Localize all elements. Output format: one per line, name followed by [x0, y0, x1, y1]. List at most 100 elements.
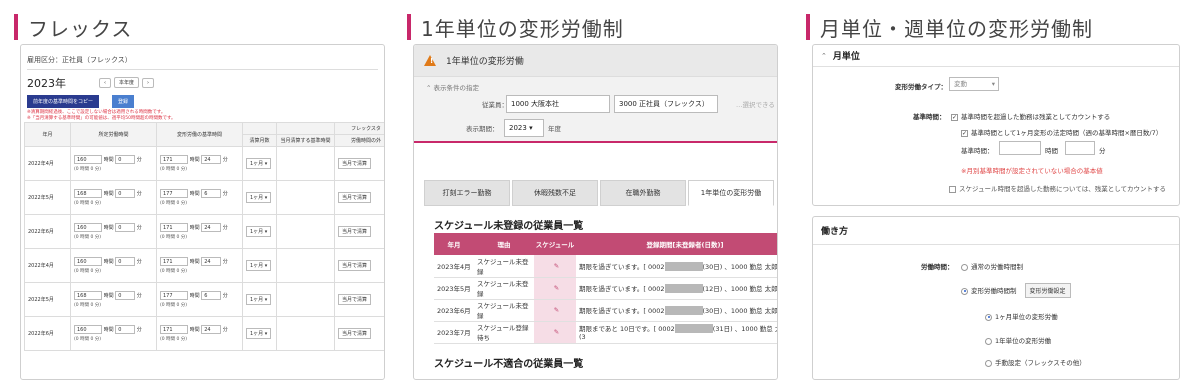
col-variant: 変形労働の基準時間: [156, 122, 243, 147]
hour-input[interactable]: 171: [160, 325, 188, 334]
base-min-input[interactable]: [1065, 141, 1095, 155]
employee-field[interactable]: 3000 正社員（フレックス）: [614, 95, 718, 113]
tab-off-duty[interactable]: 在職外勤務: [600, 180, 686, 206]
radio-icon[interactable]: [961, 263, 968, 271]
company-field[interactable]: 1000 大阪本社: [506, 95, 610, 113]
hour-input[interactable]: 177: [160, 291, 188, 300]
period-select[interactable]: 1ヶ月 ▾: [246, 192, 272, 203]
min-input[interactable]: 6: [201, 189, 222, 198]
prev-year-button[interactable]: ‹: [99, 77, 111, 88]
sub-opt-2[interactable]: 1年単位の変形労働: [985, 335, 1051, 345]
period-select[interactable]: 2023 ▾: [504, 119, 544, 137]
hour-input[interactable]: 171: [160, 223, 188, 232]
min-input[interactable]: 24: [201, 223, 222, 232]
this-year-button[interactable]: 本年度: [114, 77, 140, 88]
register-button[interactable]: 登録: [112, 95, 135, 108]
hour-input[interactable]: 160: [74, 325, 102, 334]
sub-opt-2-label: 1年単位の変形労働: [995, 337, 1052, 345]
min-input[interactable]: 0: [115, 189, 136, 198]
statutory-cell: 160 時間 0 分 (0 時間 0 分): [70, 146, 157, 181]
min-input[interactable]: 6: [201, 291, 222, 300]
radio-selected-icon[interactable]: [985, 313, 992, 321]
row-month: 2023年6月: [434, 299, 474, 322]
table-row: 2022年5月 168 時間 0 分 (0 時間 0 分) 177 時間 6 分 (0 …: [24, 180, 384, 215]
settle-select[interactable]: 当月で清算: [338, 328, 372, 339]
row-month: 2023年5月: [434, 277, 474, 300]
variant-settings-button[interactable]: 変形労働設定: [1024, 283, 1071, 298]
edit-pencil-icon[interactable]: ✎: [534, 299, 576, 322]
tab-leave-shortage[interactable]: 休暇残数不足: [512, 180, 598, 206]
tab-stamp-error[interactable]: 打刻エラー勤務: [424, 180, 510, 206]
check1-row[interactable]: ✓ 基準時間を超過した勤務は残業としてカウントする: [951, 111, 1110, 121]
opt-variant[interactable]: 変形労働時間制 変形労働設定: [961, 283, 1071, 298]
variant-cell: 171 時間 24 分 (0 時間 0 分): [156, 214, 243, 249]
sub-opt-1[interactable]: 1ヶ月単位の変形労働: [985, 311, 1058, 321]
employment-type: 雇用区分：正社員（フレックス）: [27, 56, 132, 64]
work-style-title: 働き方: [821, 227, 849, 237]
min-unit: 分: [222, 259, 228, 265]
period-select[interactable]: 1ヶ月 ▾: [246, 260, 272, 271]
row-detail: 期限を過ぎています。[ 0002 (30日) 、1000 勤怠 太郎(3: [576, 299, 777, 322]
detail-post: (30日) 、1000 勤怠 太郎(3: [702, 262, 778, 271]
copy-prev-year-button[interactable]: 前年度の基準時間をコピー: [27, 95, 100, 108]
opt-normal[interactable]: 通常の労働時間制: [961, 261, 1023, 271]
min-input[interactable]: 0: [115, 155, 136, 164]
settle-select[interactable]: 当月で清算: [338, 294, 372, 305]
hour-input[interactable]: 160: [74, 155, 102, 164]
sub-text: (0 時間 0 分): [74, 337, 102, 342]
row-reason: スケジュール未登録: [474, 255, 534, 278]
type-select[interactable]: 変動 ▾: [949, 77, 999, 91]
sub-text: (0 時間 0 分): [160, 235, 188, 240]
hour-input[interactable]: 160: [74, 257, 102, 266]
settle-select[interactable]: 当月で清算: [338, 192, 372, 203]
hour-input[interactable]: 168: [74, 291, 102, 300]
note-2: ※「当月清算する基準時間」の可能値は、週平均50時間超の時間数です。: [27, 116, 176, 121]
period-select[interactable]: 1ヶ月 ▾: [246, 158, 272, 169]
hour-input[interactable]: 177: [160, 189, 188, 198]
row-month: 2022年6月: [24, 316, 71, 351]
hour-input[interactable]: 171: [160, 257, 188, 266]
detail-pre: 期限を過ぎています。[ 0002: [579, 306, 665, 315]
min-input[interactable]: 0: [115, 325, 136, 334]
flex-title-text: フレックス: [28, 16, 133, 41]
min-input[interactable]: 24: [201, 155, 222, 164]
accent-bar: [806, 14, 810, 40]
radio-icon[interactable]: [985, 359, 992, 367]
monthweek-title-text: 月単位・週単位の変形労働制: [820, 16, 1093, 41]
detail-post: (12日) 、1000 勤怠 太郎(3: [702, 284, 778, 293]
check3-label: スケジュール時間を超過した勤務については、残業としてカウントする: [959, 185, 1167, 193]
settle-select[interactable]: 当月で清算: [338, 260, 372, 271]
min-unit: 分: [136, 293, 142, 299]
edit-pencil-icon[interactable]: ✎: [534, 321, 576, 344]
period-select[interactable]: 1ヶ月 ▾: [246, 328, 272, 339]
min-input[interactable]: 24: [201, 257, 222, 266]
check2-row[interactable]: ✓ 基準時間として1ヶ月変形の法定時間（週の基準時間×暦日数/7）: [961, 127, 1162, 137]
check3-row[interactable]: スケジュール時間を超過した勤務については、残業としてカウントする: [949, 183, 1166, 193]
min-input[interactable]: 0: [115, 223, 136, 232]
tab-year-variant[interactable]: 1年単位の変形労働: [688, 180, 774, 206]
checkbox-icon[interactable]: [949, 185, 956, 193]
month-unit-header[interactable]: ⌃ 月単位: [813, 45, 1179, 67]
check-icon[interactable]: ✓: [961, 129, 968, 137]
period-select[interactable]: 1ヶ月 ▾: [246, 294, 272, 305]
period-select[interactable]: 1ヶ月 ▾: [246, 226, 272, 237]
base-hour-input[interactable]: [999, 141, 1041, 155]
min-input[interactable]: 0: [115, 257, 136, 266]
sub-opt-3[interactable]: 手動設定（フレックスその他）: [985, 357, 1086, 367]
min-input[interactable]: 24: [201, 325, 222, 334]
next-year-button[interactable]: ›: [142, 77, 155, 88]
warning-text: ※月別基準時間が設定されていない場合の基本値: [961, 167, 1103, 175]
edit-pencil-icon[interactable]: ✎: [534, 277, 576, 300]
min-input[interactable]: 0: [115, 291, 136, 300]
period-label: 表示期間：: [466, 125, 499, 133]
edit-pencil-icon[interactable]: ✎: [534, 255, 576, 278]
radio-selected-icon[interactable]: [961, 287, 968, 295]
current-cell: [276, 248, 335, 283]
check-icon[interactable]: ✓: [951, 113, 958, 121]
settle-select[interactable]: 当月で清算: [338, 226, 372, 237]
settle-select[interactable]: 当月で清算: [338, 158, 372, 169]
hour-input[interactable]: 160: [74, 223, 102, 232]
radio-icon[interactable]: [985, 337, 992, 345]
hour-input[interactable]: 171: [160, 155, 188, 164]
hour-input[interactable]: 168: [74, 189, 102, 198]
